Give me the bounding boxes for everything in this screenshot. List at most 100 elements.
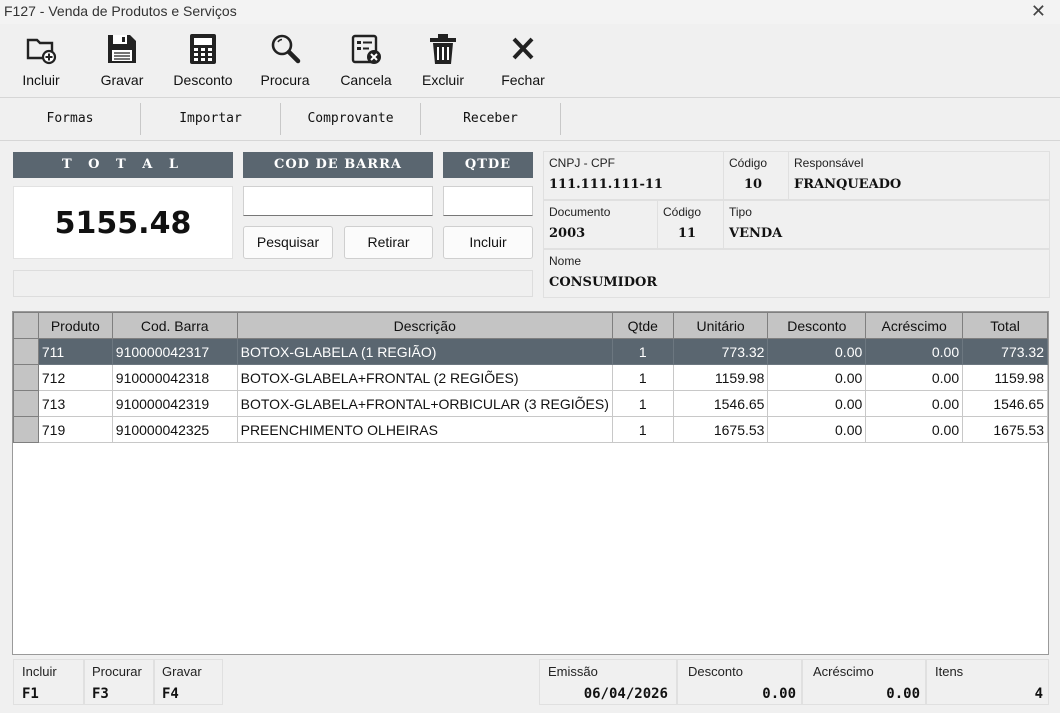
cell-desconto: 0.00: [767, 390, 867, 417]
close-x-icon: [512, 37, 534, 60]
col-total[interactable]: Total: [962, 312, 1048, 339]
shortcut-gravar-label: Gravar: [162, 664, 202, 679]
shortcut-incluir: Incluir F1: [13, 659, 84, 705]
calculator-icon: [190, 34, 216, 64]
doc-code-label: Código: [663, 205, 702, 219]
cell-desconto: 0.00: [767, 416, 867, 443]
documento-value: 2003: [549, 226, 586, 241]
col-cod-barra[interactable]: Cod. Barra: [111, 312, 238, 339]
row-selector[interactable]: [13, 416, 39, 443]
cell-qtde: 1: [611, 390, 674, 417]
tipo-box: Tipo VENDA: [723, 200, 1050, 249]
incluir-item-button[interactable]: Incluir: [443, 226, 533, 259]
desconto-label: Desconto: [173, 72, 233, 88]
cell-descricao: BOTOX-GLABELA+FRONTAL (2 REGIÕES): [236, 364, 613, 391]
toolbar: Incluir Gravar Desconto Procura Cancela …: [0, 24, 1060, 98]
cancel-document-icon: [351, 34, 381, 64]
floppy-disk-icon: [108, 35, 136, 63]
table-row[interactable]: 712 910000042318 BOTOX-GLABELA+FRONTAL (…: [13, 364, 1048, 391]
fechar-label: Fechar: [501, 72, 545, 88]
cell-cod-barra: 910000042317: [111, 338, 238, 365]
qty-input[interactable]: [443, 186, 533, 216]
grid-header-row: Produto Cod. Barra Descrição Qtde Unitár…: [13, 312, 1048, 339]
emissao-value: 06/04/2026: [583, 686, 668, 702]
col-produto[interactable]: Produto: [37, 312, 113, 339]
table-row[interactable]: 719 910000042325 PREENCHIMENTO OLHEIRAS …: [13, 416, 1048, 443]
procura-button[interactable]: Procura: [250, 32, 320, 94]
documento-box: Documento 2003: [543, 200, 658, 249]
fechar-button[interactable]: Fechar: [488, 32, 558, 94]
client-code-box: Código 10: [723, 151, 789, 200]
itens-value: 4: [1034, 686, 1043, 702]
nome-value: CONSUMIDOR: [549, 275, 658, 290]
cell-cod-barra: 910000042319: [111, 390, 238, 417]
title-bar: F127 - Venda de Produtos e Serviços ✕: [0, 0, 1060, 24]
cell-descricao: PREENCHIMENTO OLHEIRAS: [236, 416, 613, 443]
window-title: F127 - Venda de Produtos e Serviços: [4, 3, 237, 19]
itens-box: Itens 4: [926, 659, 1049, 705]
importar-button[interactable]: Importar: [141, 98, 280, 140]
cancela-label: Cancela: [340, 72, 392, 88]
cancela-button[interactable]: Cancela: [331, 32, 401, 94]
barcode-input[interactable]: [243, 186, 433, 216]
formas-button[interactable]: Formas: [0, 98, 140, 140]
col-qtde[interactable]: Qtde: [611, 312, 674, 339]
responsavel-value: FRANQUEADO: [794, 177, 902, 192]
desconto-button[interactable]: Desconto: [168, 32, 238, 94]
excluir-button[interactable]: Excluir: [408, 32, 478, 94]
receber-button[interactable]: Receber: [421, 98, 560, 140]
secondary-toolbar: Formas Importar Comprovante Receber: [0, 98, 1060, 141]
retirar-button[interactable]: Retirar: [344, 226, 433, 259]
qty-header: QTDE: [443, 152, 533, 178]
row-selector[interactable]: [13, 338, 39, 365]
col-descricao[interactable]: Descrição: [236, 312, 613, 339]
cnpj-value: 111.111.111-11: [549, 177, 663, 192]
cell-unitario: 1675.53: [672, 416, 769, 443]
tipo-value: VENDA: [729, 226, 783, 241]
tipo-label: Tipo: [729, 205, 752, 219]
table-row[interactable]: 711 910000042317 BOTOX-GLABELA (1 REGIÃO…: [13, 338, 1048, 365]
cell-qtde: 1: [611, 416, 674, 443]
responsavel-label: Responsável: [794, 156, 864, 170]
desconto-total-label: Desconto: [688, 664, 743, 679]
shortcut-gravar: Gravar F4: [154, 659, 223, 705]
comprovante-button[interactable]: Comprovante: [281, 98, 420, 140]
row-selector[interactable]: [13, 364, 39, 391]
cell-total: 1159.98: [962, 364, 1048, 391]
doc-code-box: Código 11: [657, 200, 724, 249]
col-desconto[interactable]: Desconto: [767, 312, 867, 339]
gravar-button[interactable]: Gravar: [87, 32, 157, 94]
col-acrescimo[interactable]: Acréscimo: [865, 312, 964, 339]
cell-total: 1675.53: [962, 416, 1048, 443]
cell-produto: 711: [37, 338, 113, 365]
incluir-label: Incluir: [22, 72, 60, 88]
cell-unitario: 1159.98: [672, 364, 769, 391]
desconto-total-value: 0.00: [762, 686, 796, 702]
folder-add-icon: [26, 38, 57, 65]
total-value: 5155.48: [13, 186, 233, 259]
itens-label: Itens: [935, 664, 964, 679]
status-line: [13, 270, 533, 297]
cell-desconto: 0.00: [767, 364, 867, 391]
emissao-label: Emissão: [548, 664, 598, 679]
cell-qtde: 1: [611, 364, 674, 391]
shortcut-procurar-label: Procurar: [92, 664, 142, 679]
shortcut-gravar-key: F4: [162, 686, 179, 702]
emissao-box: Emissão 06/04/2026: [539, 659, 677, 705]
items-grid[interactable]: Produto Cod. Barra Descrição Qtde Unitár…: [12, 311, 1049, 655]
incluir-button[interactable]: Incluir: [6, 32, 76, 94]
table-row[interactable]: 713 910000042319 BOTOX-GLABELA+FRONTAL+O…: [13, 390, 1048, 417]
window-close-icon[interactable]: ✕: [1031, 1, 1046, 22]
acrescimo-box: Acréscimo 0.00: [802, 659, 926, 705]
acrescimo-total-value: 0.00: [886, 686, 920, 702]
status-footer: Incluir F1 Procurar F3 Gravar F4 Emissão…: [0, 656, 1060, 713]
barcode-header: COD DE BARRA: [243, 152, 433, 178]
cell-acrescimo: 0.00: [865, 390, 964, 417]
shortcut-procurar-key: F3: [92, 686, 109, 702]
cell-produto: 713: [37, 390, 113, 417]
col-unitario[interactable]: Unitário: [672, 312, 769, 339]
cell-produto: 719: [37, 416, 113, 443]
pesquisar-button[interactable]: Pesquisar: [243, 226, 333, 259]
row-selector[interactable]: [13, 390, 39, 417]
search-icon: [271, 34, 301, 64]
